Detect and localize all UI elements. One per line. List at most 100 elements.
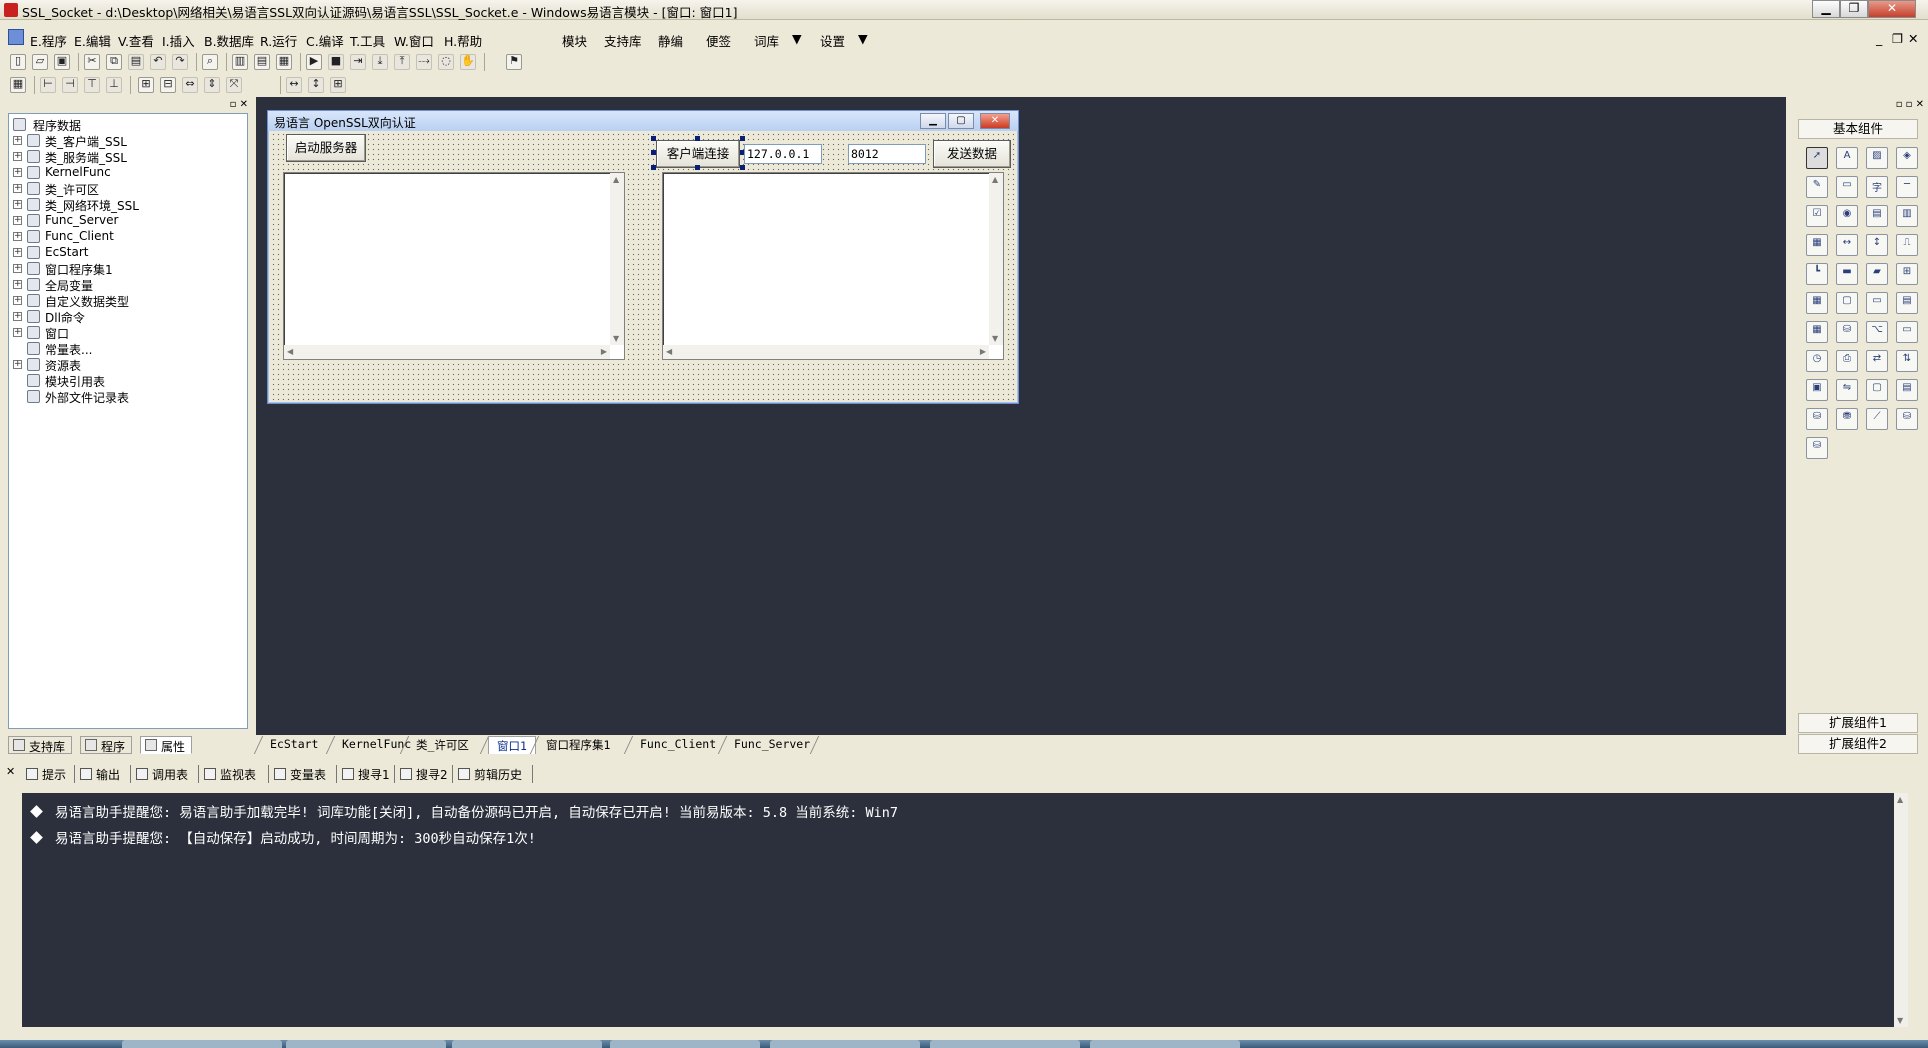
label-icon[interactable]: A	[1836, 147, 1858, 169]
source-tab[interactable]: 窗口程序集1	[538, 736, 618, 754]
close-button[interactable]: ✕	[1868, 0, 1916, 18]
expand-icon[interactable]: +	[13, 168, 22, 177]
components-panel-controls[interactable]: ▫ ▫ ✕	[1896, 99, 1924, 110]
radio-icon[interactable]: ◉	[1836, 205, 1858, 227]
text-icon[interactable]: 字	[1866, 176, 1888, 198]
expand-icon[interactable]: +	[13, 264, 22, 273]
expand-icon[interactable]: +	[13, 328, 22, 337]
db-icon[interactable]: ⛁	[1836, 321, 1858, 343]
server-log-hscroll[interactable]: ◀ ▶	[284, 345, 610, 359]
panel-controls[interactable]: ▫ ✕	[230, 99, 248, 110]
grid-icon[interactable]: ▦	[10, 77, 26, 93]
h-spacing-icon[interactable]: ↔	[286, 77, 302, 93]
printer-icon[interactable]: ⎙	[1836, 350, 1858, 372]
menu-window[interactable]: W.窗口	[394, 31, 434, 50]
expand-icon[interactable]: +	[13, 152, 22, 161]
menu-lexicon[interactable]: 词库	[754, 31, 779, 50]
odbc-icon[interactable]: ⛁	[1896, 408, 1918, 430]
paste-icon[interactable]: ▤	[128, 54, 144, 70]
step-into-icon[interactable]: ⤓	[372, 54, 388, 70]
expand-icon[interactable]: +	[13, 312, 22, 321]
output-tab[interactable]: 变量表	[270, 765, 332, 783]
run-icon[interactable]: ▶	[306, 54, 322, 70]
net-client-icon[interactable]: ⇄	[1866, 350, 1888, 372]
menu-run[interactable]: R.运行	[260, 31, 297, 50]
scroll-h-icon[interactable]: ↔	[1836, 234, 1858, 256]
menu-notes[interactable]: 便签	[706, 31, 731, 50]
taskbar-item[interactable]	[1090, 1040, 1240, 1048]
chart-icon[interactable]: ⟋	[1866, 408, 1888, 430]
menu-tools[interactable]: T.工具	[350, 31, 385, 50]
menu-program[interactable]: E.程序	[30, 31, 67, 50]
tree-icon[interactable]: ⌥	[1866, 321, 1888, 343]
form-titlebar[interactable]: 易语言 OpenSSL双向认证 ▁ ▢ ✕	[268, 111, 1018, 131]
tab-order-icon[interactable]: ⊞	[330, 77, 346, 93]
frame-icon[interactable]: ▭	[1836, 176, 1858, 198]
expand-icon[interactable]: +	[13, 248, 22, 257]
taskbar-item[interactable]	[610, 1040, 760, 1048]
client-log-hscroll[interactable]: ◀ ▶	[663, 345, 989, 359]
form-restore-icon[interactable]: ▢	[948, 113, 974, 129]
open-icon[interactable]: ▱	[32, 54, 48, 70]
expand-icon[interactable]: +	[13, 200, 22, 209]
align-top-icon[interactable]: ⊤	[84, 77, 100, 93]
selection-handle[interactable]	[651, 165, 656, 170]
extension-components-2[interactable]: 扩展组件2	[1798, 734, 1918, 754]
source-tab[interactable]: Func_Server	[726, 736, 818, 754]
menu-support-lib[interactable]: 支持库	[604, 31, 642, 50]
center-v-icon[interactable]: ⊟	[160, 77, 176, 93]
menu-settings[interactable]: 设置	[820, 31, 845, 50]
expand-icon[interactable]: +	[13, 360, 22, 369]
menu-view[interactable]: V.查看	[118, 31, 154, 50]
ip-address-input[interactable]: 127.0.0.1	[744, 144, 822, 164]
undo-icon[interactable]: ↶	[150, 54, 166, 70]
net-server-icon[interactable]: ⇅	[1896, 350, 1918, 372]
project-tree[interactable]: 程序数据 + 类_客户端_SSL + 类_服务端_SSL + KernelFunc + 类_许…	[8, 113, 248, 729]
layout-left-icon[interactable]: ▥	[232, 54, 248, 70]
stop-icon[interactable]: ■	[328, 54, 344, 70]
step-out-icon[interactable]: ⤒	[394, 54, 410, 70]
client-log-vscroll[interactable]: ▲ ▼	[989, 173, 1003, 345]
send-data-button[interactable]: 发送数据	[933, 140, 1011, 168]
expand-icon[interactable]: +	[13, 296, 22, 305]
v-spacing-icon[interactable]: ↕	[308, 77, 324, 93]
selection-handle[interactable]	[651, 150, 656, 155]
center-h-icon[interactable]: ⊞	[138, 77, 154, 93]
menu-database[interactable]: B.数据库	[204, 31, 254, 50]
server-log-textbox[interactable]: ▲ ▼ ◀ ▶	[283, 172, 625, 360]
taskbar-item[interactable]	[286, 1040, 446, 1048]
client-connect-button[interactable]: 客户端连接	[656, 140, 740, 168]
scroll-v-icon[interactable]: ↕	[1866, 234, 1888, 256]
app-menu-icon[interactable]	[8, 29, 24, 45]
mdi-restore-icon[interactable]: ❐	[1892, 31, 1903, 46]
picture-icon[interactable]: ▨	[1866, 147, 1888, 169]
taskbar-item[interactable]	[452, 1040, 602, 1048]
combo-icon[interactable]: ▤	[1866, 205, 1888, 227]
clock-icon[interactable]: ◷	[1806, 350, 1828, 372]
minimize-button[interactable]: ▁	[1812, 0, 1840, 18]
form-window[interactable]: 易语言 OpenSSL双向认证 ▁ ▢ ✕ 启动服务器 客户端连接 127.0.…	[267, 110, 1019, 404]
source-tab[interactable]: EcStart	[262, 736, 326, 754]
output-vscroll[interactable]: ▲ ▼	[1894, 793, 1908, 1027]
menu-edit[interactable]: E.编辑	[74, 31, 111, 50]
tab-program[interactable]: 程序	[80, 736, 133, 754]
taskbar-item[interactable]	[930, 1040, 1080, 1048]
new-file-icon[interactable]: ▯	[10, 54, 26, 70]
data-source-icon[interactable]: ⛁	[1806, 408, 1828, 430]
mdi-minimize-icon[interactable]: _	[1876, 31, 1882, 46]
transfer-icon[interactable]: ⇋	[1836, 379, 1858, 401]
doc-icon[interactable]: ▤	[1896, 292, 1918, 314]
network-icon[interactable]: ▣	[1806, 379, 1828, 401]
listbox-icon[interactable]: ▦	[1806, 234, 1828, 256]
align-left-icon[interactable]: ⊢	[40, 77, 56, 93]
mdi-close-icon[interactable]: ✕	[1908, 31, 1918, 46]
step-icon[interactable]: ⇥	[350, 54, 366, 70]
grid-icon[interactable]: ▦	[1806, 292, 1828, 314]
port-input[interactable]: 8012	[848, 144, 926, 164]
taskbar-item[interactable]	[770, 1040, 920, 1048]
same-height-icon[interactable]: ⇕	[204, 77, 220, 93]
align-bottom-icon[interactable]: ⊥	[106, 77, 122, 93]
expand-icon[interactable]: +	[13, 216, 22, 225]
selection-handle[interactable]	[740, 136, 745, 141]
db-provider-icon[interactable]: ⛃	[1836, 408, 1858, 430]
